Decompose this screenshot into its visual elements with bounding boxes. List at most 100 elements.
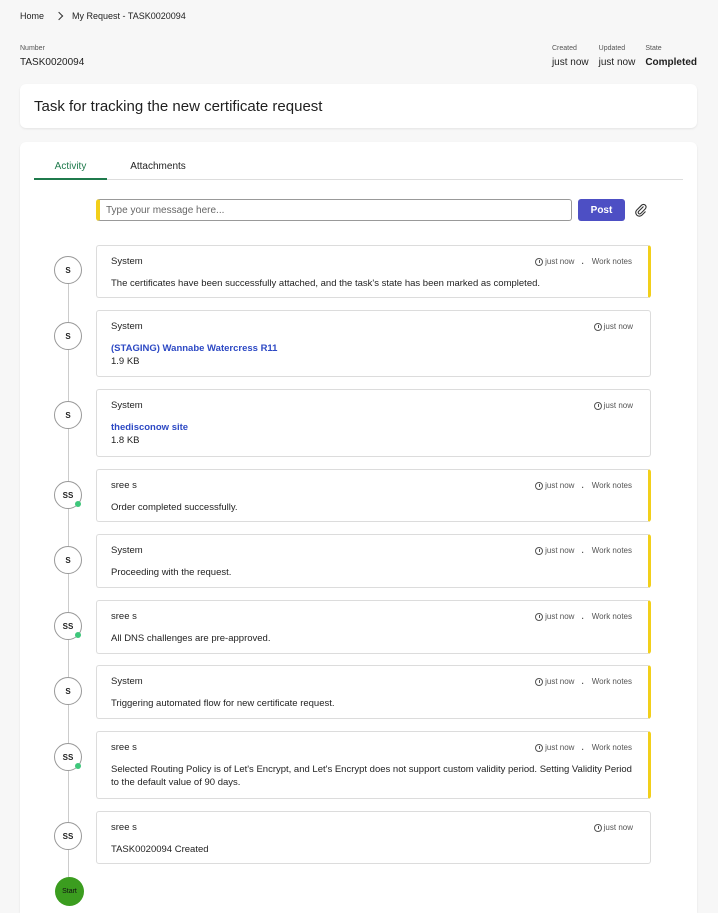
tab-bar: Activity Attachments [34,156,683,180]
activity-card: Activity Attachments Post S System just … [20,142,697,913]
clock-icon [535,677,544,686]
entry-text: TASK0020094 Created [111,844,209,855]
clock-icon [593,823,602,832]
state-field: State Completed [645,44,697,69]
avatar: S [54,322,82,350]
post-button[interactable]: Post [578,199,625,221]
state-label: State [645,45,662,52]
entry-meta: just now. Work notes [535,612,632,621]
activity-entry: sree s just now. Work notes All DNS chall… [96,600,651,654]
avatar-initials: S [65,410,71,420]
meta-fields: Created just now Updated just now State … [552,44,697,69]
avatar: S [54,256,82,284]
entry-meta: just now [593,401,633,410]
attachment-size: 1.8 KB [111,435,140,446]
entry-meta: just now. Work notes [535,743,632,752]
entry-text: Selected Routing Policy is of Let's Encr… [111,764,632,788]
avatar: SS [54,612,82,640]
breadcrumb-current: My Request - TASK0020094 [72,11,186,21]
avatar: S [54,546,82,574]
entry-author: System [111,676,143,687]
entry-attachment: (STAGING) Wannabe Watercress R11 1.9 KB [111,342,636,368]
entry-time: just now [545,257,575,266]
created-label: Created [551,45,577,52]
avatar-initials: S [65,555,71,565]
activity-entry: System just now. Work notes The certifica… [96,245,651,298]
entry-meta: just now. Work notes [535,546,632,555]
tab-attachments[interactable]: Attachments [118,156,198,180]
clock-icon [535,481,544,490]
clock-icon [593,401,602,410]
work-notes-tag: Work notes [591,481,632,490]
avatar: S [54,401,82,429]
activity-entry: sree s just now. Work notes Order complet… [96,469,651,522]
number-label: Number [20,45,45,52]
entry-text: All DNS challenges are pre-approved. [111,633,271,644]
entry-time: just now [545,481,575,490]
work-notes-tag: Work notes [591,257,632,266]
tab-activity[interactable]: Activity [34,156,107,180]
entry-meta: just now. Work notes [535,257,632,266]
entry-text: Order completed successfully. [111,502,238,513]
activity-entry: System just now. Work notes Triggering au… [96,665,651,719]
created-field: Created just now [552,44,589,69]
entry-meta: just now. Work notes [535,677,632,686]
avatar: SS [54,481,82,509]
work-notes-tag: Work notes [591,612,632,621]
avatar: SS [54,743,82,771]
entry-meta: just now [593,322,633,331]
work-notes-tag: Work notes [591,743,632,752]
activity-entry: sree s just now TASK0020094 Created [96,811,651,864]
entry-author: System [111,321,143,332]
entry-time: just now [545,546,575,555]
entry-author: sree s [111,480,137,491]
entry-author: sree s [111,742,137,753]
work-notes-tag: Work notes [591,546,632,555]
avatar: S [54,677,82,705]
clock-icon [535,612,544,621]
avatar-initials: S [65,686,71,696]
attachment-size: 1.9 KB [111,356,140,367]
avatar-initials: SS [62,490,74,500]
activity-entry: System just now (STAGING) Wannabe Waterc… [96,310,651,377]
entry-time: just now [545,743,575,752]
state-value: Completed [645,57,697,68]
entry-time: just now [603,823,633,832]
avatar: SS [54,822,82,850]
message-input[interactable] [96,199,572,221]
entry-text: Triggering automated flow for new certif… [111,698,335,709]
entry-author: System [111,256,143,267]
entry-time: just now [603,401,633,410]
entry-text: The certificates have been successfully … [111,278,541,289]
attachment-link[interactable]: (STAGING) Wannabe Watercress R11 [111,343,277,354]
page-title: Task for tracking the new certificate re… [20,84,697,128]
entry-time: just now [545,677,575,686]
created-value: just now [551,57,589,68]
entry-attachment: thedisconow site 1.8 KB [111,421,636,447]
clock-icon [535,546,544,555]
attachment-link[interactable]: thedisconow site [111,422,188,433]
entry-meta: just now. Work notes [535,481,632,490]
activity-entry: System just now. Work notes Proceeding wi… [96,534,651,588]
activity-entry: sree s just now. Work notes Selected Rout… [96,731,651,799]
breadcrumb: Home My Request - TASK0020094 [20,10,186,22]
entry-author: sree s [111,822,137,833]
updated-field: Updated just now [599,44,636,69]
entry-author: System [111,400,143,411]
breadcrumb-home[interactable]: Home [20,11,44,21]
clock-icon [593,322,602,331]
updated-label: Updated [598,45,626,52]
avatar-initials: S [65,265,71,275]
avatar-initials: SS [62,831,74,841]
clock-icon [535,743,544,752]
entry-time: just now [603,322,633,331]
clock-icon [535,257,544,266]
paperclip-icon[interactable] [634,203,648,217]
start-node: Start [55,877,84,906]
avatar-initials: SS [62,752,74,762]
activity-entry: System just now thedisconow site 1.8 KB [96,389,651,457]
online-indicator [75,763,81,769]
avatar-initials: S [65,331,71,341]
composer: Post [96,199,648,221]
online-indicator [75,632,81,638]
